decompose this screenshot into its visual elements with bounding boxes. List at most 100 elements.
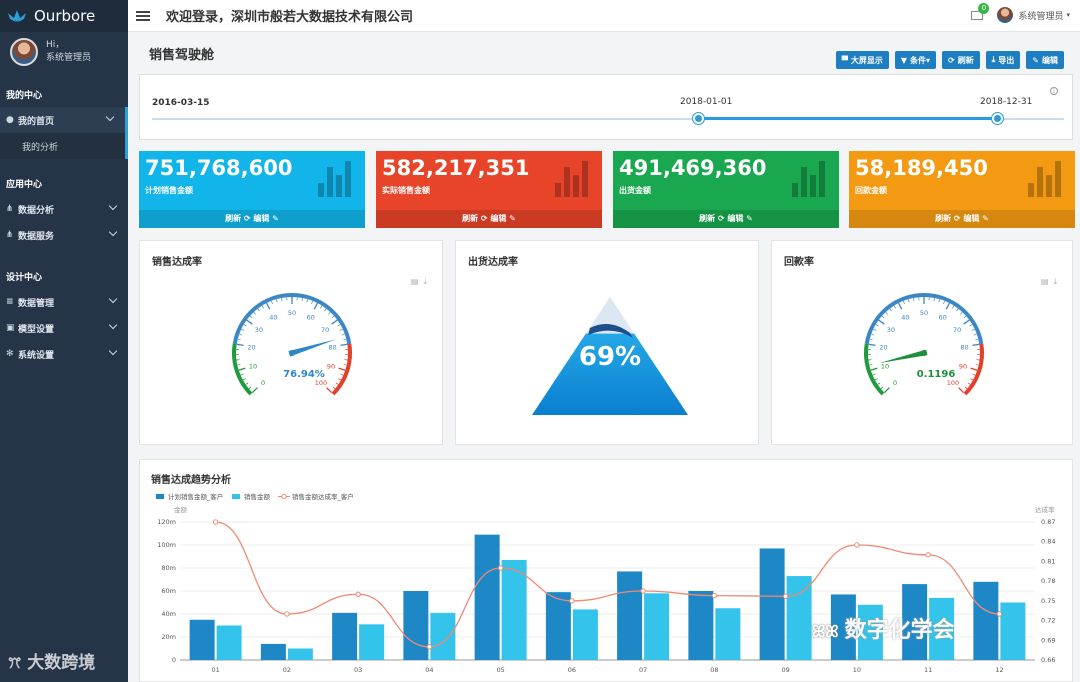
line-point[interactable] xyxy=(497,565,504,571)
line-point[interactable] xyxy=(854,542,860,548)
bar[interactable] xyxy=(189,619,215,660)
bar[interactable] xyxy=(1000,602,1026,661)
info-icon[interactable]: i xyxy=(1050,87,1058,95)
toolbar-button[interactable]: ⤓ 导出 xyxy=(985,51,1021,69)
slider-from-label: 2018-01-01 xyxy=(680,97,733,107)
kpi-footer-actions[interactable]: 刷新 ⟳ 编辑 ✎ xyxy=(376,210,602,228)
sidebar-item[interactable]: ▣ 模型设置 xyxy=(0,315,128,341)
line-point[interactable] xyxy=(782,593,789,599)
left-axis-label: 金额 xyxy=(174,505,188,514)
bar[interactable] xyxy=(688,591,714,660)
export-icons[interactable]: ▤⤓ xyxy=(411,277,432,287)
bar[interactable] xyxy=(474,534,500,660)
slider-handle-from[interactable] xyxy=(693,113,704,124)
toolbar-button[interactable]: ✎ 编辑 xyxy=(1026,51,1064,69)
kpi-footer-actions[interactable]: 刷新 ⟳ 编辑 ✎ xyxy=(613,210,839,228)
x-tick-label: 09 xyxy=(781,666,789,674)
cubes-icon: ▣ xyxy=(6,323,15,333)
y2-tick-label: 0.69 xyxy=(1041,636,1055,644)
bar[interactable] xyxy=(260,643,286,660)
download-icon: ⤓ xyxy=(991,55,996,64)
shipment-rate-triangle: 69% xyxy=(532,297,688,415)
toolbar-button[interactable]: ⟳ 刷新 xyxy=(942,51,980,69)
bar[interactable] xyxy=(786,576,812,660)
bar-chart-icon xyxy=(1025,161,1061,197)
bar[interactable] xyxy=(644,593,670,660)
bar[interactable] xyxy=(759,548,785,660)
toolbar-button-label: 大屏显示 xyxy=(850,55,883,65)
bar[interactable] xyxy=(216,625,242,661)
x-tick-label: 08 xyxy=(710,666,718,674)
notification-badge: 0 xyxy=(978,2,990,14)
line-point[interactable] xyxy=(284,611,290,617)
line-point[interactable] xyxy=(426,644,433,650)
bar[interactable] xyxy=(332,612,358,660)
chevron-down-icon[interactable]: ▾ xyxy=(1066,11,1070,19)
y-tick-label: 100m xyxy=(157,541,176,549)
slider-handle-to[interactable] xyxy=(992,113,1003,124)
bar[interactable] xyxy=(973,581,999,660)
toolbar-button[interactable]: ▀ 大屏显示 xyxy=(835,51,889,69)
monitor-icon: ▀ xyxy=(841,55,848,65)
mail-icon[interactable]: 0 xyxy=(971,2,990,20)
bar-chart-icon xyxy=(552,161,588,197)
toolbar: ▀ 大屏显示 ▼ 条件▾ ⟳ 刷新 ⤓ 导出 ✎ 编辑 xyxy=(830,51,1064,69)
line-point[interactable] xyxy=(569,598,575,604)
sidebar-item[interactable]: ✻ 系统设置 xyxy=(0,341,128,367)
line-point[interactable] xyxy=(925,552,931,558)
panel-title: 销售达成率 xyxy=(152,257,202,268)
export-icons[interactable]: ▤⤓ xyxy=(1041,277,1062,287)
collection-rate-gauge: 0 10 20 30 40 50 60 70 80 901000.1196 xyxy=(864,293,984,396)
header-user-name[interactable]: 系统管理员 xyxy=(1018,9,1063,22)
chevron-down-icon xyxy=(105,112,115,122)
y-tick-label: 80m xyxy=(161,564,176,572)
sidebar-item[interactable]: ⋔ 数据服务 xyxy=(0,222,128,248)
toolbar-button[interactable]: ▼ 条件▾ xyxy=(894,51,937,69)
legend-label[interactable]: 计划销售金额_客户 xyxy=(168,492,223,501)
bar[interactable] xyxy=(617,571,643,660)
sitemap-icon: ⋔ xyxy=(6,204,14,214)
gauge-tick-label: 30 xyxy=(887,326,895,334)
bar[interactable] xyxy=(359,624,385,660)
sidebar-item[interactable]: ● 我的首页 xyxy=(0,107,128,133)
panel-title: 回款率 xyxy=(784,257,814,268)
app-logo[interactable]: Ourbore xyxy=(0,0,128,32)
y-tick-label: 40m xyxy=(161,610,176,618)
bar[interactable] xyxy=(430,612,456,660)
bar[interactable] xyxy=(715,608,741,660)
top-header: 欢迎登录，深圳市般若大数据技术有限公司 0 系统管理员 ▾ xyxy=(128,0,1080,32)
bar[interactable] xyxy=(403,591,429,660)
sidebar-section-title: 设计中心 xyxy=(6,273,43,283)
x-tick-label: 02 xyxy=(283,666,291,674)
header-avatar[interactable] xyxy=(997,7,1014,23)
menu-toggle-icon[interactable] xyxy=(136,9,150,23)
date-range-slider: 2016-03-15 2018-01-01 2018-12-31 i xyxy=(139,74,1073,140)
kpi-footer-actions[interactable]: 刷新 ⟳ 编辑 ✎ xyxy=(139,210,365,228)
line-point[interactable] xyxy=(212,519,219,525)
legend-label[interactable]: 销售金额 xyxy=(244,492,271,501)
legend-label[interactable]: 销售金额达成率_客户 xyxy=(292,492,354,501)
slider-selected-range[interactable] xyxy=(698,117,998,120)
kpi-label: 计划销售金额 xyxy=(145,186,193,195)
edit-icon: ✎ xyxy=(1032,55,1039,65)
gauge-tick-label: 70 xyxy=(953,326,961,334)
toolbar-button-label: 编辑 xyxy=(1042,55,1058,65)
bar[interactable] xyxy=(501,559,527,660)
bar[interactable] xyxy=(572,609,598,660)
bar[interactable] xyxy=(545,592,571,660)
welcome-text: 欢迎登录，深圳市般若大数据技术有限公司 xyxy=(166,10,414,25)
line-point[interactable] xyxy=(996,611,1003,617)
sitemap-icon: ⋔ xyxy=(6,230,14,240)
line-point[interactable] xyxy=(640,588,646,594)
bar[interactable] xyxy=(287,648,313,661)
kpi-footer-actions[interactable]: 刷新 ⟳ 编辑 ✎ xyxy=(849,210,1075,228)
gauge-tick-label: 20 xyxy=(247,344,255,352)
avatar[interactable] xyxy=(10,38,38,66)
kpi-card: 582,217,351 实际销售金额 刷新 ⟳ 编辑 ✎ xyxy=(376,151,602,228)
line-point[interactable] xyxy=(355,591,361,597)
sidebar-item[interactable]: ⋔ 数据分析 xyxy=(0,196,128,222)
gauge-tick-label: 60 xyxy=(306,313,314,321)
line-point[interactable] xyxy=(711,592,718,599)
sidebar-item[interactable]: ≡ 数据管理 xyxy=(0,289,128,315)
sidebar-subitem[interactable]: 我的分析 xyxy=(0,133,128,159)
